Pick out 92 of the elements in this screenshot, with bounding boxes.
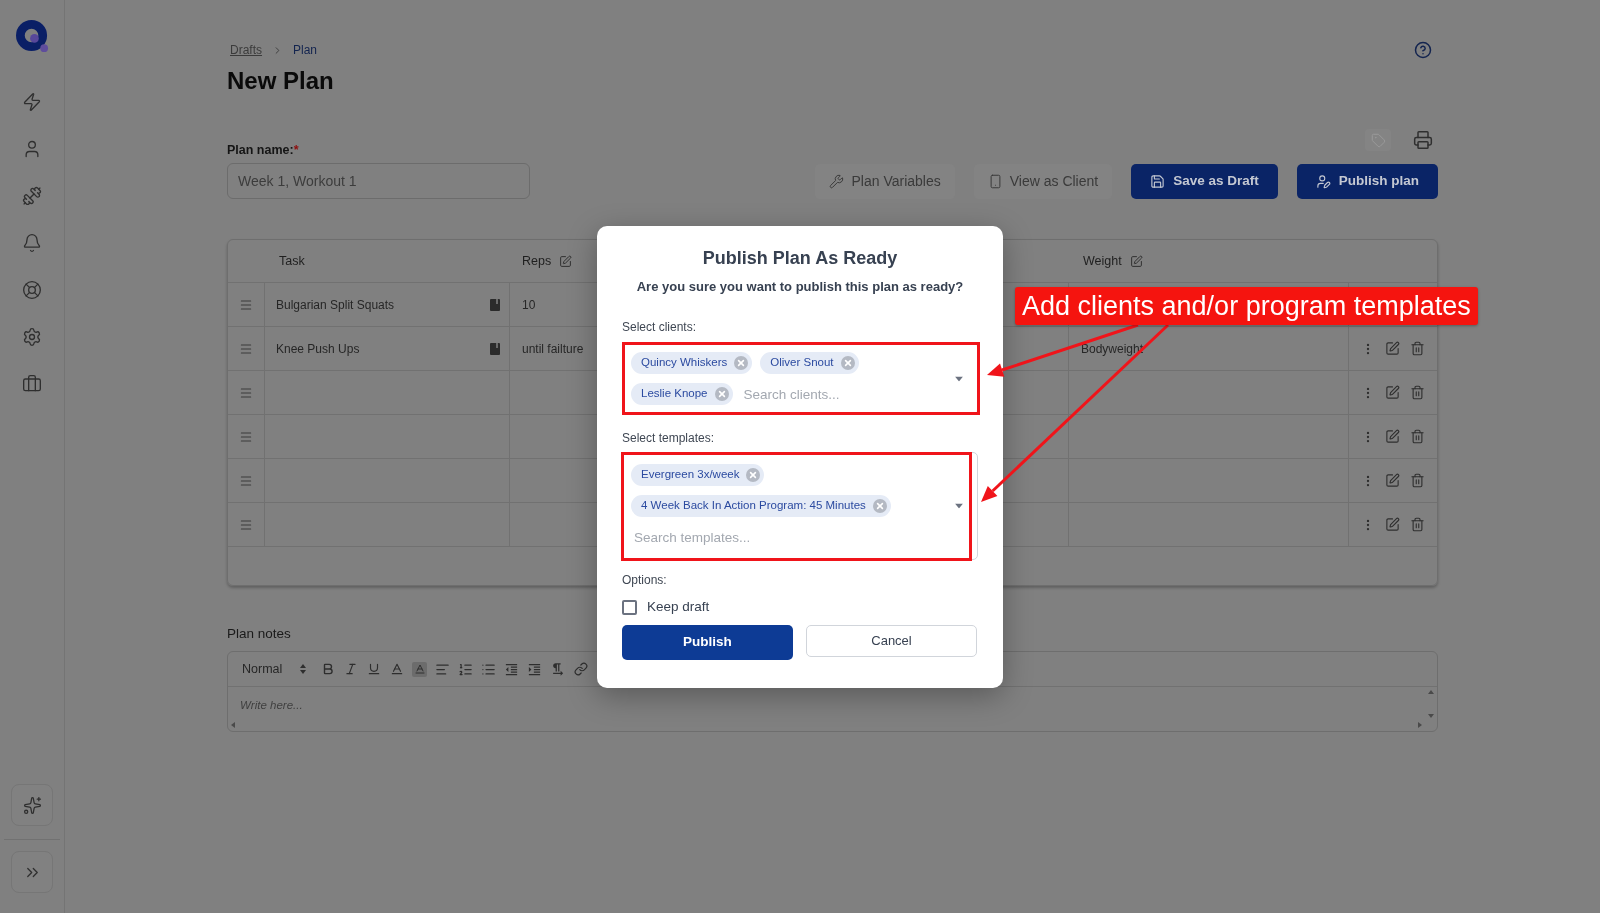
underline-icon[interactable]: [366, 662, 381, 676]
printer-icon[interactable]: [1413, 130, 1433, 150]
chip-label: Leslie Knope: [641, 386, 708, 402]
drag-handle-icon[interactable]: [239, 473, 253, 488]
indent-icon[interactable]: [527, 661, 543, 677]
numbered-list-icon[interactable]: [458, 661, 474, 677]
chip-label: Quincy Whiskers: [641, 355, 728, 371]
callout-label: Add clients and/or program templates: [1015, 287, 1478, 325]
section-label: Plan notes: [227, 624, 291, 643]
text-color-icon[interactable]: [389, 662, 404, 676]
breadcrumb-current: Plan: [293, 42, 318, 59]
drag-handle-icon[interactable]: [239, 429, 253, 444]
field-label: Plan name:: [227, 141, 294, 159]
lifebuoy-icon[interactable]: [22, 279, 42, 300]
highlight-icon[interactable]: [412, 661, 428, 677]
table-cell-text: Bulgarian Split Squats: [276, 296, 395, 314]
sparkles-icon: [22, 795, 42, 815]
trash-icon[interactable]: [1410, 429, 1425, 444]
edit-icon[interactable]: [559, 254, 573, 268]
edit-icon[interactable]: [1385, 341, 1400, 356]
drag-handle-icon[interactable]: [239, 385, 253, 400]
updown-icon: [300, 664, 307, 674]
caret-icon[interactable]: [955, 376, 963, 381]
settings-icon[interactable]: [22, 326, 42, 347]
save-icon: [1150, 174, 1166, 189]
options-label: Options:: [622, 572, 668, 588]
table-cell-text: until failture: [522, 340, 584, 358]
checkbox[interactable]: [622, 599, 637, 615]
trash-icon[interactable]: [1410, 517, 1425, 532]
edit-icon[interactable]: [1385, 473, 1400, 488]
chip-label: 4 Week Back In Action Program: 45 Minutes: [641, 498, 866, 514]
drag-handle-icon[interactable]: [239, 517, 253, 532]
trash-icon[interactable]: [1410, 473, 1425, 488]
format-select[interactable]: Normal: [242, 659, 307, 679]
wrench-icon: [829, 174, 845, 189]
dialog-subtitle: Are you sure you want to publish this plan as ready?: [635, 278, 965, 296]
publish-button[interactable]: Publish: [622, 625, 793, 660]
outdent-icon[interactable]: [504, 661, 520, 677]
field-label: Select templates:: [622, 430, 716, 446]
scroll-up-icon: [1428, 690, 1434, 694]
bullet-list-icon[interactable]: [481, 661, 497, 677]
dialog-title: Publish Plan As Ready: [701, 247, 899, 270]
table-cell-text: Bodyweight: [1081, 340, 1144, 358]
sparkle-button[interactable]: [11, 784, 53, 826]
remove-icon[interactable]: [734, 356, 749, 370]
trash-icon[interactable]: [1410, 341, 1425, 356]
table-cell-text: Knee Push Ups: [276, 340, 360, 358]
remove-icon[interactable]: [714, 387, 729, 401]
cancel-button[interactable]: Cancel: [806, 625, 977, 657]
bell-icon[interactable]: [22, 232, 42, 253]
edit-icon[interactable]: [1129, 254, 1143, 268]
edit-icon[interactable]: [1385, 429, 1400, 444]
briefcase-icon[interactable]: [22, 373, 42, 394]
column-header: Weight: [1083, 252, 1122, 270]
caret-icon[interactable]: [955, 503, 963, 509]
table-cell-text: 10: [522, 296, 536, 314]
align-left-icon[interactable]: [435, 661, 451, 677]
column-header: Reps: [522, 252, 552, 270]
dumbbell-icon[interactable]: [22, 185, 42, 206]
book-icon: [490, 342, 500, 355]
help-icon[interactable]: [1414, 41, 1432, 59]
template-search-input[interactable]: Search templates...: [631, 526, 933, 548]
logo-icon[interactable]: [15, 20, 49, 53]
edit-icon[interactable]: [1385, 517, 1400, 532]
required-mark: *: [293, 141, 299, 159]
checkbox-label: Keep draft: [647, 597, 710, 616]
chip-label: Oliver Snout: [770, 355, 834, 371]
primary-button[interactable]: Save as Draft: [1131, 164, 1278, 199]
drag-handle-icon[interactable]: [239, 297, 253, 312]
user-edit-icon: [1315, 174, 1331, 189]
remove-icon[interactable]: [872, 499, 887, 513]
notes-input[interactable]: Write here...: [228, 687, 1437, 731]
scroll-left-icon: [231, 722, 235, 728]
client-search-input[interactable]: Search clients...: [740, 383, 933, 405]
scroll-down-icon: [1428, 714, 1434, 718]
drag-handle-icon[interactable]: [239, 341, 253, 356]
link-icon[interactable]: [573, 662, 588, 676]
page-title: New Plan: [227, 66, 334, 96]
smartphone-icon: [987, 174, 1003, 189]
field-label: Select clients:: [622, 319, 698, 335]
edit-icon[interactable]: [1385, 385, 1400, 400]
pilcrow-icon[interactable]: [550, 661, 566, 677]
trash-icon[interactable]: [1410, 385, 1425, 400]
book-icon: [490, 298, 500, 311]
column-header: Task: [279, 252, 305, 270]
lightning-icon[interactable]: [22, 91, 42, 112]
remove-icon[interactable]: [746, 468, 761, 482]
primary-button[interactable]: Publish plan: [1296, 164, 1438, 199]
scroll-right-icon: [1418, 722, 1422, 728]
remove-icon[interactable]: [840, 356, 855, 370]
italic-icon[interactable]: [343, 662, 358, 676]
chip-label: Evergreen 3x/week: [641, 467, 740, 483]
